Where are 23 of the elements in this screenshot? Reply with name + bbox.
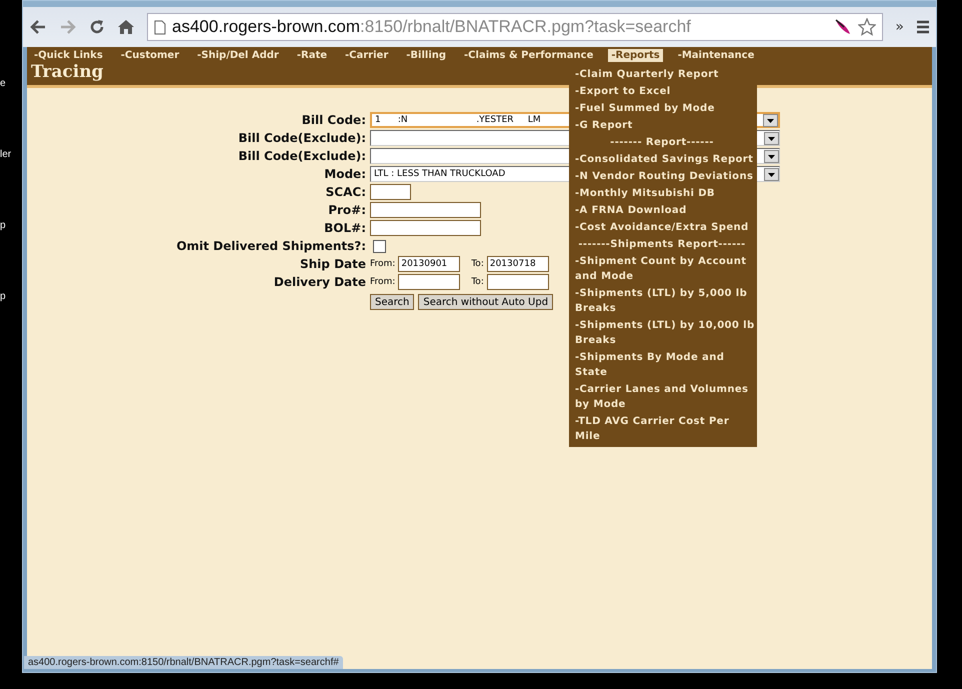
- field-label: Pro#:: [327, 202, 366, 218]
- from-label: From:: [370, 277, 396, 287]
- field-label: SCAC:: [324, 184, 366, 200]
- url-text: as400.rogers-brown.com:8150/rbnalt/BNATRACR.pgm?task=searchf: [172, 17, 692, 37]
- status-bar: as400.rogers-brown.com:8150/rbnalt/BNATRACR.pgm?task=searchf#: [24, 656, 343, 669]
- menu-section-header: -------Shipments Report------: [577, 238, 747, 252]
- field-label: Ship Date: [299, 256, 366, 272]
- menu-section-header: ------- Report------: [609, 136, 715, 150]
- field-label: Mode:: [323, 166, 366, 182]
- desktop-icon-label: p: [0, 291, 7, 302]
- field-label: Omit Delivered Shipments?:: [175, 238, 366, 254]
- desktop-icon-label: e: [0, 78, 7, 89]
- desktop-icon-label: p: [0, 220, 7, 231]
- to-label: To:: [471, 277, 484, 287]
- from-label: From:: [370, 259, 396, 269]
- field-label: Bill Code(Exclude):: [237, 148, 366, 164]
- desktop-icon-label: ler: [0, 149, 12, 160]
- field-label: BOL#:: [323, 220, 366, 236]
- field-label: Bill Code:: [300, 112, 366, 128]
- field-label: Delivery Date: [272, 274, 366, 290]
- field-label: Bill Code(Exclude):: [237, 130, 366, 146]
- to-label: To:: [471, 259, 484, 269]
- page-title: Tracing: [30, 62, 104, 82]
